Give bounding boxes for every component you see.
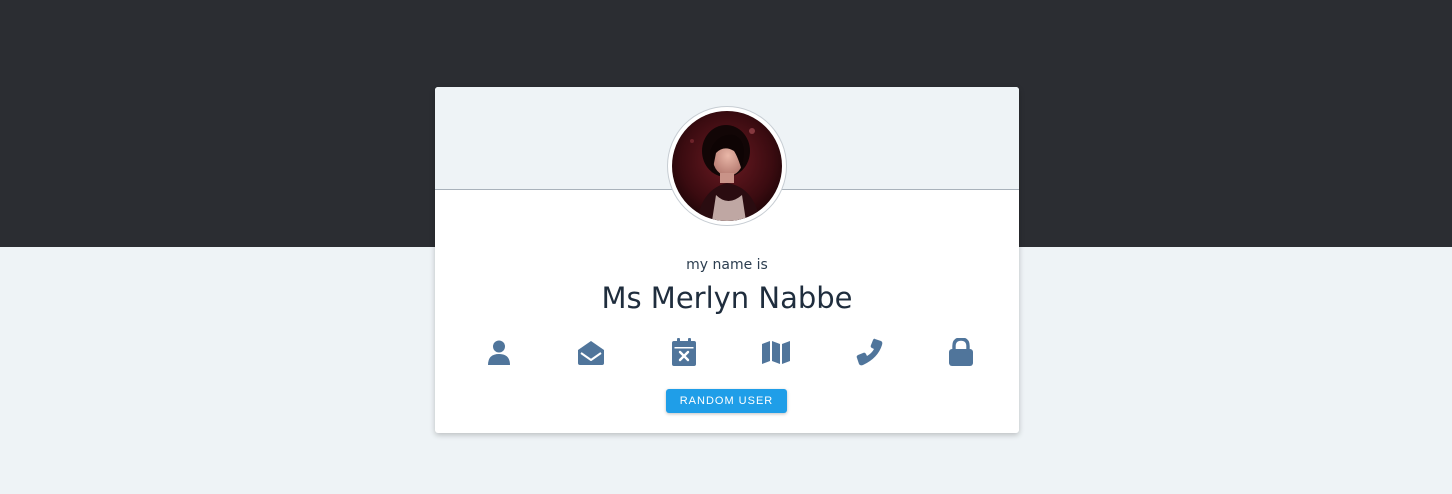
- random-user-button[interactable]: RANDOM USER: [666, 389, 787, 413]
- phone-icon[interactable]: [850, 337, 888, 367]
- info-label: my name is: [686, 257, 768, 273]
- map-icon[interactable]: [757, 337, 795, 367]
- profile-card: my name is Ms Merlyn Nabbe RANDOM USER: [435, 87, 1019, 433]
- info-value: Ms Merlyn Nabbe: [601, 281, 853, 315]
- avatar: [668, 107, 786, 225]
- user-icon[interactable]: [480, 337, 518, 367]
- calendar-x-icon[interactable]: [665, 337, 703, 367]
- page: my name is Ms Merlyn Nabbe RANDOM USER: [0, 0, 1452, 494]
- info-icon-bar: [480, 337, 980, 367]
- avatar-photo: [672, 111, 782, 221]
- envelope-open-icon[interactable]: [572, 337, 610, 367]
- lock-icon[interactable]: [942, 337, 980, 367]
